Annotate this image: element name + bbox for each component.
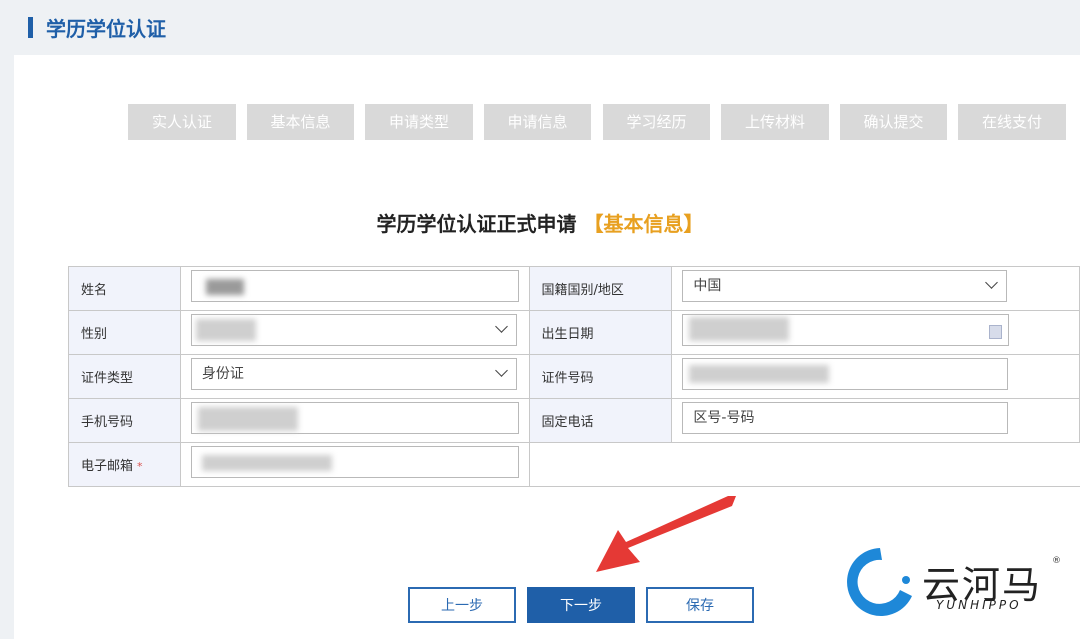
save-button[interactable]: 保存 xyxy=(646,587,754,623)
hippo-logo-icon xyxy=(847,548,912,616)
yunhippo-logo: 云河马 YUNHIPPO ® xyxy=(836,540,1066,620)
arrow-shape xyxy=(596,496,736,572)
next-button[interactable]: 下一步 xyxy=(527,587,635,623)
logo-text-en: YUNHIPPO xyxy=(936,598,1022,612)
registered-mark: ® xyxy=(1052,556,1061,566)
prev-button[interactable]: 上一步 xyxy=(408,587,516,623)
